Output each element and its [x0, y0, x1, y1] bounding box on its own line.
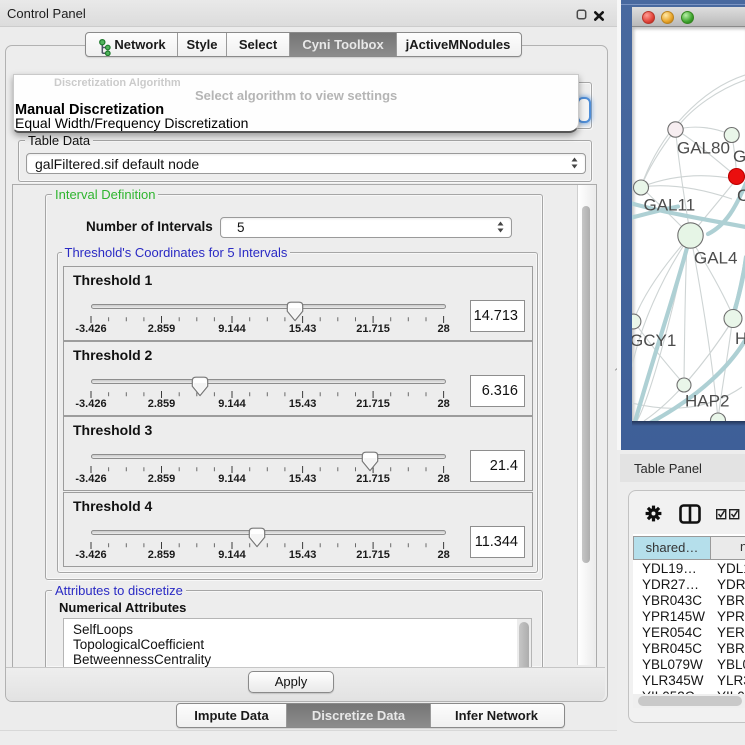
svg-text:GCY1: GCY1 [632, 331, 676, 350]
svg-text:GAL11: GAL11 [644, 196, 696, 215]
svg-text:HAP2: HAP2 [685, 392, 729, 411]
svg-text:C: C [737, 186, 745, 205]
svg-text:GAL80: GAL80 [677, 139, 730, 158]
svg-text:H: H [735, 329, 745, 348]
svg-text:GAL4: GAL4 [694, 249, 737, 268]
svg-text:GA: GA [733, 147, 745, 166]
